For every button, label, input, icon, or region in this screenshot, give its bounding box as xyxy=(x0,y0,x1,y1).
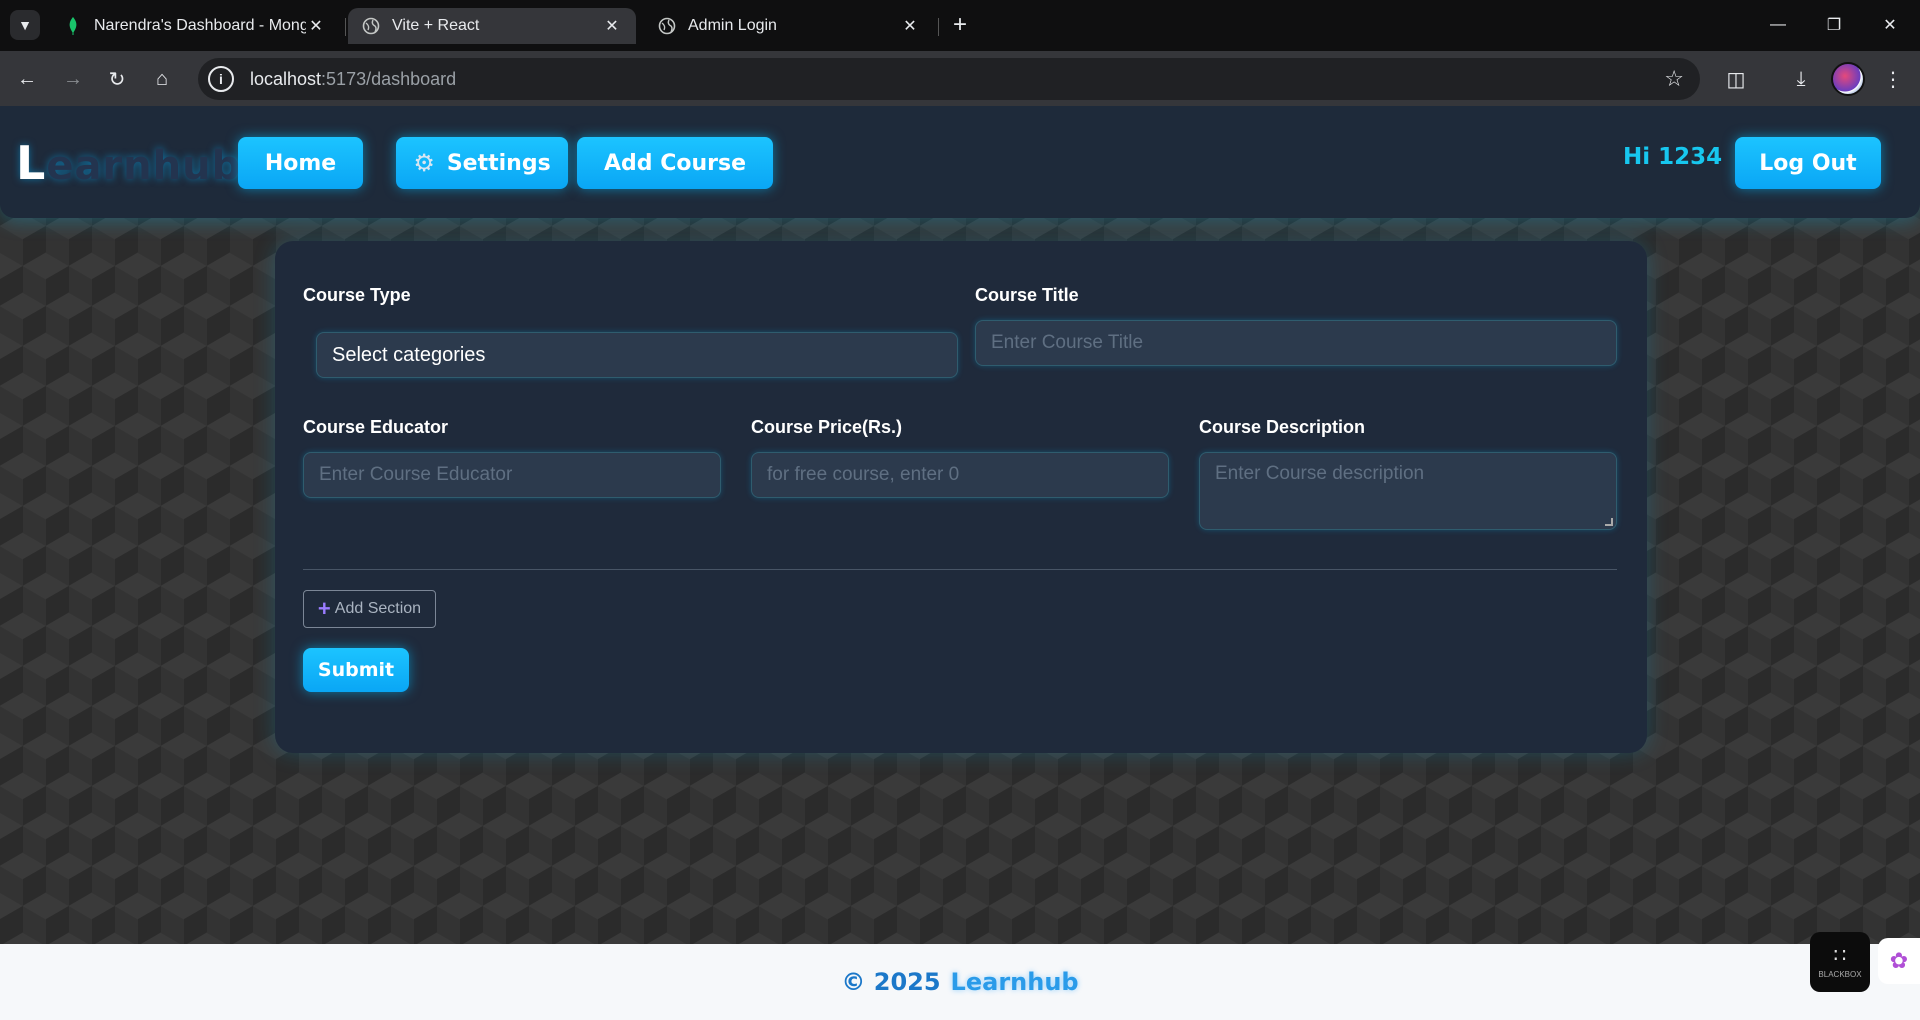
add-section-button[interactable]: + Add Section xyxy=(303,590,436,628)
globe-icon xyxy=(658,17,676,35)
browser-toolbar: ← → ↻ ⌂ i localhost :5173/dashboard ☆ ◫ … xyxy=(0,51,1920,106)
brain-icon: ✿ xyxy=(1889,948,1909,973)
close-icon[interactable]: ✕ xyxy=(602,16,622,36)
url-host: localhost xyxy=(250,68,322,89)
profile-avatar[interactable] xyxy=(1831,62,1865,96)
settings-nav-label: Settings xyxy=(446,150,551,176)
blackbox-logo-icon: ∷ xyxy=(1833,944,1847,967)
course-price-label: Course Price(Rs.) xyxy=(751,417,903,437)
tab-separator xyxy=(345,18,346,36)
logout-label: Log Out xyxy=(1759,150,1857,176)
blackbox-label: BLACKBOX xyxy=(1818,969,1862,979)
home-nav-label: Home xyxy=(264,150,337,176)
home-icon: ⌂ xyxy=(155,67,169,90)
download-icon: ⤓ xyxy=(1796,67,1806,90)
close-icon[interactable]: ✕ xyxy=(306,16,326,36)
restore-icon: ❐ xyxy=(1826,17,1842,34)
course-educator-label: Course Educator xyxy=(303,417,449,437)
close-icon[interactable]: ✕ xyxy=(900,16,920,36)
browser-tab-vite[interactable]: Vite + React ✕ xyxy=(348,8,636,44)
course-educator-placeholder: Enter Course Educator xyxy=(319,464,513,485)
course-description-textarea[interactable]: Enter Course description xyxy=(1199,452,1617,530)
new-tab-button[interactable]: + xyxy=(946,12,974,40)
add-section-label: Add Section xyxy=(334,600,422,617)
browser-menu-button[interactable]: ⋮ xyxy=(1877,63,1909,95)
page-content: Learnhub Home ⚙ Settings Add Course Hi 1… xyxy=(0,106,1920,1020)
gear-icon: ⚙ xyxy=(413,149,435,177)
plus-icon: + xyxy=(317,596,331,621)
course-description-placeholder: Enter Course description xyxy=(1215,463,1425,484)
course-type-select[interactable]: Select categories xyxy=(316,332,958,378)
downloads-button[interactable]: ⤓ xyxy=(1785,63,1817,95)
minimize-button[interactable]: — xyxy=(1750,0,1806,50)
minimize-icon: — xyxy=(1770,16,1786,33)
bookmark-star-icon[interactable]: ☆ xyxy=(1664,66,1684,92)
reload-icon: ↻ xyxy=(108,68,126,91)
brand-first-letter: L xyxy=(16,136,47,190)
blackbox-extension-button[interactable]: ∷ BLACKBOX xyxy=(1810,932,1870,992)
add-course-nav-label: Add Course xyxy=(604,150,746,176)
more-vertical-icon: ⋮ xyxy=(1883,68,1903,91)
tab-separator xyxy=(938,18,939,36)
form-divider xyxy=(303,569,1617,570)
course-title-placeholder: Enter Course Title xyxy=(991,332,1144,353)
course-type-value: Select categories xyxy=(332,343,486,366)
brand-rest: earnhub xyxy=(46,143,242,189)
restore-button[interactable]: ❐ xyxy=(1806,0,1862,50)
arrow-left-icon: ← xyxy=(17,67,37,90)
close-window-button[interactable]: ✕ xyxy=(1862,0,1918,50)
site-info-icon[interactable]: i xyxy=(208,66,234,92)
submit-button[interactable]: Submit xyxy=(303,648,409,692)
arrow-right-icon: → xyxy=(63,67,83,90)
home-nav-button[interactable]: Home xyxy=(238,137,363,189)
extensions-button[interactable]: ◫ xyxy=(1720,63,1752,95)
add-course-nav-button[interactable]: Add Course xyxy=(577,137,773,189)
address-bar[interactable]: i localhost :5173/dashboard ☆ xyxy=(198,58,1700,100)
resize-handle-icon[interactable] xyxy=(1605,518,1613,526)
brand-logo[interactable]: Learnhub xyxy=(16,136,241,190)
logout-button[interactable]: Log Out xyxy=(1735,137,1881,189)
site-navbar: Learnhub Home ⚙ Settings Add Course Hi 1… xyxy=(0,106,1920,218)
tab-title: Narendra's Dashboard - MongoDB xyxy=(94,17,306,34)
brain-extension-button[interactable]: ✿ xyxy=(1878,938,1920,984)
browser-tab-mongodb[interactable]: Narendra's Dashboard - MongoDB ✕ xyxy=(50,8,340,44)
browser-tab-strip: ▼ Narendra's Dashboard - MongoDB ✕ Vite … xyxy=(0,0,1920,51)
reload-button[interactable]: ↻ xyxy=(101,63,133,95)
tab-search-button[interactable]: ▼ xyxy=(10,10,40,40)
url-path: :5173/dashboard xyxy=(321,68,457,89)
close-icon: ✕ xyxy=(1883,17,1897,34)
site-footer: © 2025 Learnhub xyxy=(0,944,1920,1020)
course-type-label: Course Type xyxy=(303,285,411,305)
course-educator-input[interactable]: Enter Course Educator xyxy=(303,452,721,498)
chevron-down-icon: ▼ xyxy=(18,17,32,33)
tab-title: Admin Login xyxy=(688,17,777,34)
footer-copyright: © 2025 xyxy=(841,968,941,996)
home-button[interactable]: ⌂ xyxy=(146,63,178,95)
course-title-input[interactable]: Enter Course Title xyxy=(975,320,1617,366)
forward-button[interactable]: → xyxy=(57,63,89,95)
browser-tab-admin-login[interactable]: Admin Login ✕ xyxy=(644,8,934,44)
submit-label: Submit xyxy=(317,659,395,681)
user-greeting: Hi 1234 xyxy=(1623,144,1723,170)
course-description-label: Course Description xyxy=(1199,417,1366,437)
mongodb-leaf-icon xyxy=(64,17,82,35)
footer-brand: Learnhub xyxy=(950,968,1079,996)
puzzle-icon: ◫ xyxy=(1726,68,1746,91)
course-price-placeholder: for free course, enter 0 xyxy=(767,464,960,485)
globe-icon xyxy=(362,17,380,35)
back-button[interactable]: ← xyxy=(11,63,43,95)
tab-title: Vite + React xyxy=(392,17,480,34)
course-price-input[interactable]: for free course, enter 0 xyxy=(751,452,1169,498)
course-title-label: Course Title xyxy=(975,285,1079,305)
settings-nav-button[interactable]: ⚙ Settings xyxy=(396,137,568,189)
